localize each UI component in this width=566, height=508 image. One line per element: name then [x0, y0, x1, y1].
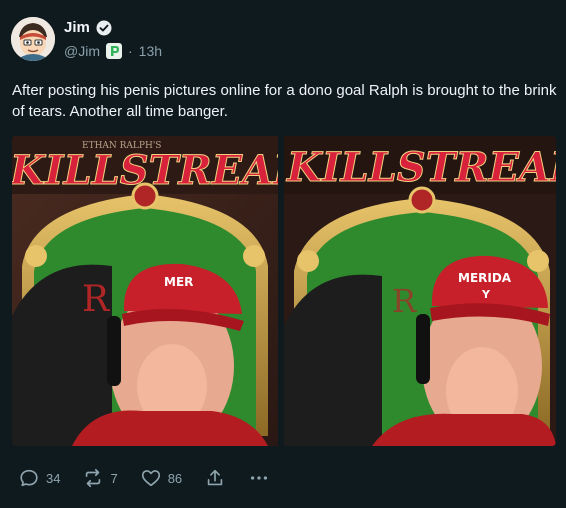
handle[interactable]: @Jim [64, 43, 100, 59]
share-button[interactable] [204, 467, 226, 489]
platform-badge-icon [105, 43, 122, 59]
verified-icon [96, 20, 112, 35]
more-icon [251, 476, 268, 480]
repost-icon [86, 468, 101, 488]
display-name[interactable]: Jim [64, 19, 90, 36]
post-timestamp[interactable]: 13h [139, 43, 162, 59]
name-row: Jim [64, 19, 112, 36]
left-chair-letter: R [82, 279, 110, 320]
more-options-button[interactable] [248, 467, 270, 489]
right-frame: KILLSTREAM R MERIDA Y [284, 136, 556, 446]
post-text: After posting his penis pictures online … [12, 82, 557, 120]
reply-icon [20, 469, 38, 487]
left-frame: ETHAN RALPH'S KILLSTREAM R MER [12, 136, 320, 446]
stream-screenshot: ETHAN RALPH'S KILLSTREAM R MER KILLSTREA… [12, 136, 556, 446]
like-count: 86 [167, 470, 183, 486]
share-icon [207, 469, 223, 486]
like-button[interactable]: 86 [140, 467, 182, 489]
meta-separator: · [127, 43, 133, 59]
media-divider [278, 136, 284, 446]
right-frame-logo: KILLSTREAM [286, 144, 556, 191]
post-card: Jim @Jim · 13h After posting his penis p… [0, 0, 566, 508]
repost-count: 7 [110, 470, 118, 486]
right-cap-symbol: Y [481, 288, 491, 301]
right-chair-letter: R [392, 282, 417, 320]
reply-button[interactable]: 34 [18, 467, 60, 489]
like-icon [141, 470, 160, 487]
left-frame-logo: KILLSTREAM [12, 147, 319, 194]
right-cap-text: MERIDA [458, 271, 512, 285]
post-media-image[interactable]: ETHAN RALPH'S KILLSTREAM R MER KILLSTREA… [12, 136, 556, 446]
left-cap-text: MER [164, 275, 193, 289]
repost-button[interactable]: 7 [82, 467, 118, 489]
meta-row: @Jim · 13h [64, 43, 162, 59]
action-bar: 34 7 86 [18, 467, 270, 489]
reply-count: 34 [46, 470, 61, 486]
avatar[interactable] [11, 17, 55, 61]
avatar-cartoon-image [11, 17, 55, 61]
